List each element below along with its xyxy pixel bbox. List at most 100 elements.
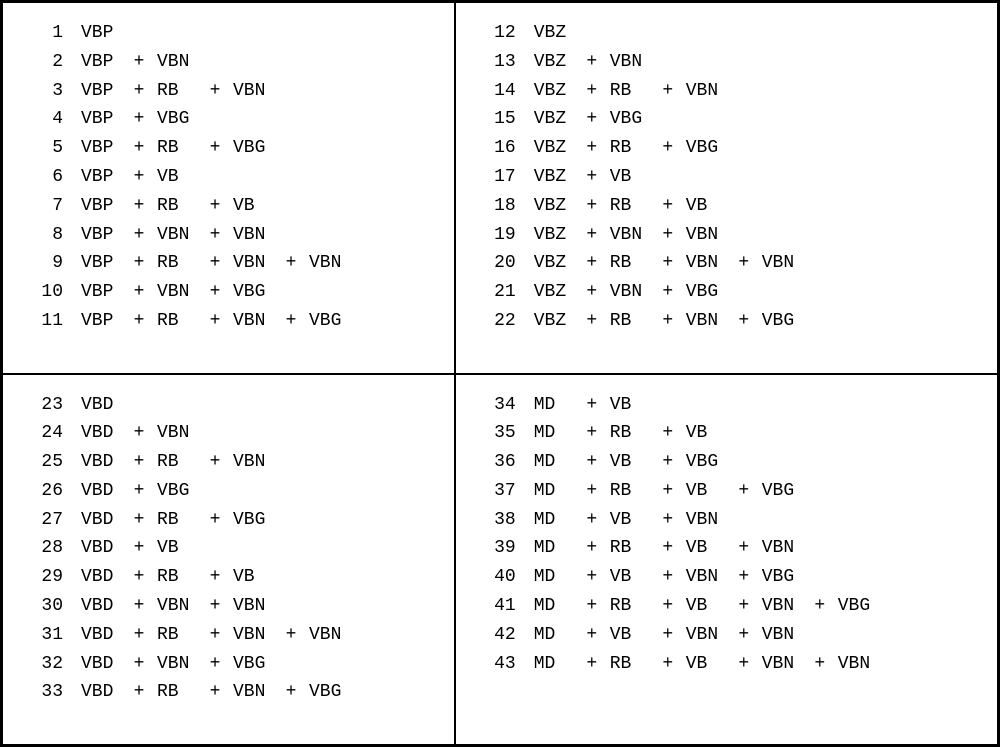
pos-tag: VBG [233, 134, 273, 163]
row-number: 31 [23, 621, 63, 650]
pos-tag: VBP [81, 221, 121, 250]
row-number: 10 [23, 278, 63, 307]
plus-sep: + [580, 650, 604, 679]
pos-tag: VBZ [534, 48, 574, 77]
row-number: 6 [23, 163, 63, 192]
pos-tag: VBG [610, 105, 650, 134]
pos-tag: VBG [762, 307, 802, 336]
pattern-row: 14VBZ+RB+VBN [476, 77, 987, 106]
pattern-row: 7VBP+RB+VB [23, 192, 444, 221]
pos-tag: VB [610, 448, 650, 477]
plus-sep: + [127, 650, 151, 679]
pos-tag: VBG [157, 105, 197, 134]
row-number: 14 [476, 77, 516, 106]
plus-sep: + [127, 563, 151, 592]
pos-tag: MD [534, 391, 574, 420]
pos-tag: VBZ [534, 192, 574, 221]
pos-tag: VBN [762, 534, 802, 563]
pattern-row: 35MD+RB+VB [476, 419, 987, 448]
plus-sep: + [580, 563, 604, 592]
pattern-row: 15VBZ+VBG [476, 105, 987, 134]
pos-tag: VBN [157, 419, 197, 448]
pos-tag: VBZ [534, 134, 574, 163]
plus-sep: + [580, 221, 604, 250]
plus-sep: + [732, 249, 756, 278]
pos-tag: VBG [686, 448, 726, 477]
row-number: 23 [23, 391, 63, 420]
row-number: 36 [476, 448, 516, 477]
pos-tag: RB [157, 134, 197, 163]
pos-tag: VBN [309, 249, 349, 278]
pos-tag: VBP [81, 77, 121, 106]
pos-tag: VBD [81, 678, 121, 707]
pos-tag: VBN [762, 650, 802, 679]
pos-tag: VB [686, 534, 726, 563]
pattern-row: 33VBD+RB+VBN+VBG [23, 678, 444, 707]
pos-tag: VBD [81, 621, 121, 650]
pos-tag: VBD [81, 506, 121, 535]
pos-tag: MD [534, 563, 574, 592]
row-number: 29 [23, 563, 63, 592]
pos-tag: VB [686, 419, 726, 448]
row-number: 20 [476, 249, 516, 278]
pos-tag: RB [157, 448, 197, 477]
pattern-row: 37MD+RB+VB+VBG [476, 477, 987, 506]
pos-tag: VBP [81, 19, 121, 48]
plus-sep: + [203, 77, 227, 106]
pos-tag: VBP [81, 134, 121, 163]
pos-tag: VBN [762, 592, 802, 621]
pos-tag: RB [610, 592, 650, 621]
row-number: 27 [23, 506, 63, 535]
pos-tag: VBG [233, 506, 273, 535]
pos-tag: VBG [309, 678, 349, 707]
pattern-row: 16VBZ+RB+VBG [476, 134, 987, 163]
pos-tag: VBG [233, 650, 273, 679]
pos-tag: VB [233, 192, 273, 221]
pos-tag: VB [610, 163, 650, 192]
pos-tag: VB [157, 163, 197, 192]
pattern-row: 42MD+VB+VBN+VBN [476, 621, 987, 650]
plus-sep: + [656, 592, 680, 621]
plus-sep: + [580, 192, 604, 221]
pos-tag: VB [610, 391, 650, 420]
plus-sep: + [127, 249, 151, 278]
plus-sep: + [580, 448, 604, 477]
pattern-row: 5VBP+RB+VBG [23, 134, 444, 163]
pos-tag: VBZ [534, 249, 574, 278]
plus-sep: + [203, 563, 227, 592]
pattern-row: 23VBD [23, 391, 444, 420]
plus-sep: + [203, 506, 227, 535]
plus-sep: + [203, 134, 227, 163]
pattern-row: 30VBD+VBN+VBN [23, 592, 444, 621]
pattern-row: 32VBD+VBN+VBG [23, 650, 444, 679]
row-number: 11 [23, 307, 63, 336]
row-number: 16 [476, 134, 516, 163]
pattern-row: 34MD+VB [476, 391, 987, 420]
pattern-row: 21VBZ+VBN+VBG [476, 278, 987, 307]
pattern-row: 13VBZ+VBN [476, 48, 987, 77]
pos-tag: VBD [81, 650, 121, 679]
plus-sep: + [732, 621, 756, 650]
plus-sep: + [127, 77, 151, 106]
plus-sep: + [127, 278, 151, 307]
plus-sep: + [580, 105, 604, 134]
pos-tag: VBD [81, 448, 121, 477]
quadrant-top-right: 12VBZ13VBZ+VBN14VBZ+RB+VBN15VBZ+VBG16VBZ… [455, 2, 998, 374]
pos-tag: MD [534, 650, 574, 679]
pattern-row: 43MD+RB+VB+VBN+VBN [476, 650, 987, 679]
plus-sep: + [732, 307, 756, 336]
plus-sep: + [127, 221, 151, 250]
plus-sep: + [203, 592, 227, 621]
pos-tag: VBN [686, 563, 726, 592]
plus-sep: + [203, 278, 227, 307]
quadrant-bottom-left: 23VBD24VBD+VBN25VBD+RB+VBN26VBD+VBG27VBD… [2, 374, 455, 746]
pattern-row: 19VBZ+VBN+VBN [476, 221, 987, 250]
row-number: 43 [476, 650, 516, 679]
row-number: 33 [23, 678, 63, 707]
pattern-row: 28VBD+VB [23, 534, 444, 563]
pos-tag: VBG [309, 307, 349, 336]
pos-tag: VBN [233, 249, 273, 278]
pos-tag: MD [534, 592, 574, 621]
pos-tag: VBN [838, 650, 878, 679]
plus-sep: + [279, 249, 303, 278]
